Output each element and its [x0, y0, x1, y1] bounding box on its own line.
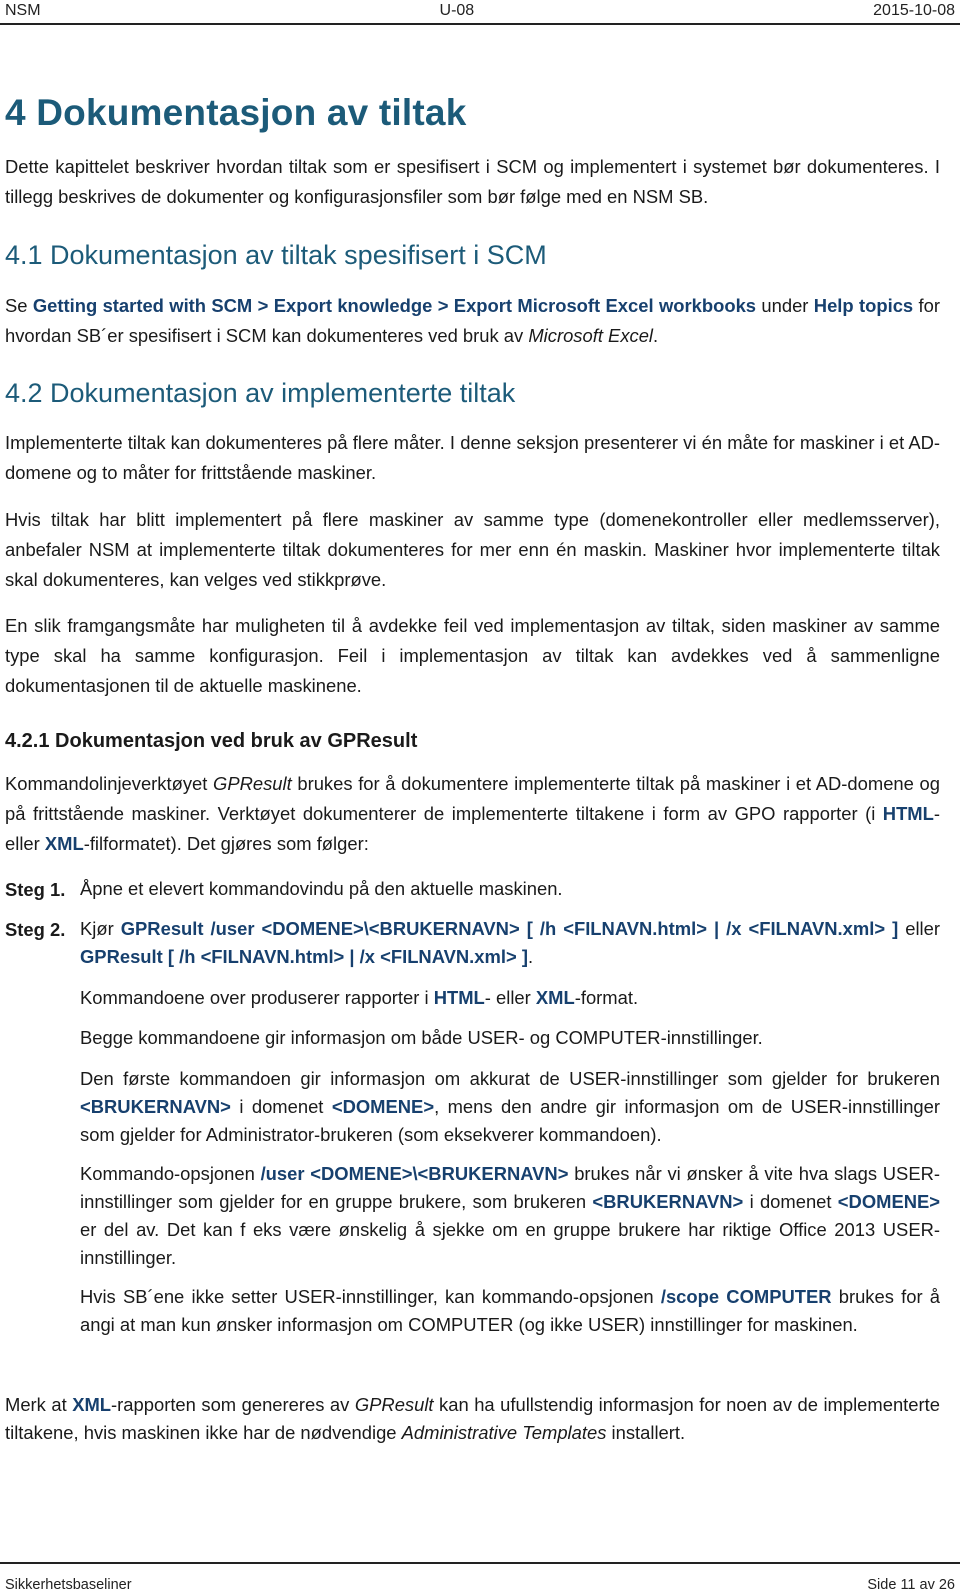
command-2: GPResult [ /h <FILNAVN.html> | /x <FILNA… [80, 946, 528, 967]
note-user-option: Kommando-opsjonen /user <DOMENE>\<BRUKER… [80, 1160, 940, 1272]
text: er del av. Det kan f eks være ønskelig å… [80, 1219, 940, 1268]
domain-placeholder: <DOMENE> [331, 1096, 435, 1117]
section-4-2-title: 4.2 Dokumentasjon av implementerte tilta… [5, 378, 516, 408]
section-4-1-paragraph: Se Getting started with SCM > Export kno… [5, 291, 940, 351]
header-divider [0, 23, 960, 25]
text: eller [898, 918, 940, 939]
note-first-command: Den første kommandoen gir informasjon om… [80, 1065, 940, 1149]
header-date: 2015-10-08 [873, 2, 955, 19]
section-4-2-paragraph-2: Hvis tiltak har blitt implementert på fl… [5, 509, 940, 590]
step-1-label: Steg 1. [5, 879, 66, 900]
command-1: GPResult /user <DOMENE>\<BRUKERNAVN> [ /… [120, 918, 899, 939]
text: under [756, 295, 814, 316]
text: i domenet [743, 1191, 838, 1212]
gpresult-tool: GPResult [354, 1394, 434, 1415]
text: Merk at [5, 1394, 73, 1415]
section-4-2-paragraph-3: En slik framgangsmåte har muligheten til… [5, 615, 940, 696]
note-user-computer: Begge kommandoene gir informasjon om båd… [80, 1027, 763, 1048]
xml-format: XML [72, 1394, 112, 1415]
help-topics: Help topics [813, 295, 914, 316]
page-footer: Sikkerhetsbaseliner Side 11 av 26 [5, 1575, 955, 1595]
page-header: NSM U-08 2015-10-08 [5, 0, 955, 22]
help-path: Getting started with SCM > Export knowle… [32, 295, 757, 316]
section-4-1-title: 4.1 Dokumentasjon av tiltak spesifisert … [5, 240, 547, 270]
html-format: HTML [433, 987, 485, 1008]
step-2-text: Kjør GPResult /user <DOMENE>\<BRUKERNAVN… [80, 915, 940, 971]
closing-note: Merk at XML-rapporten som genereres av G… [5, 1391, 940, 1447]
footer-page-number: Side 11 av 26 [867, 1577, 955, 1593]
excel-name: Microsoft Excel [528, 325, 654, 346]
scope-option: /scope COMPUTER [660, 1286, 832, 1307]
username-placeholder: <BRUKERNAVN> [80, 1096, 231, 1117]
text: Kommandolinjeverktøyet [5, 773, 214, 794]
domain-placeholder: <DOMENE> [837, 1191, 940, 1212]
section-4-2-paragraph-1: Implementerte tiltak kan dokumenteres på… [5, 432, 940, 483]
text: . [653, 325, 659, 346]
xml-format: XML [535, 987, 575, 1008]
text: Den første kommandoen gir informasjon om… [80, 1068, 940, 1089]
note-scope-option: Hvis SB´ene ikke setter USER-innstilling… [80, 1283, 940, 1339]
text: Hvis SB´ene ikke setter USER-innstilling… [80, 1286, 661, 1307]
section-4-2-1-title: 4.2.1 Dokumentasjon ved bruk av GPResult [5, 730, 418, 752]
text: . [527, 946, 534, 967]
text: -format. [574, 987, 639, 1008]
text: -rapporten som genereres av [111, 1394, 355, 1415]
gpresult-intro: Kommandolinjeverktøyet GPResult brukes f… [5, 769, 940, 859]
xml-format: XML [44, 833, 84, 854]
footer-divider [0, 1562, 960, 1564]
chapter-intro: Dette kapittelet beskriver hvordan tilta… [5, 156, 940, 207]
header-org: NSM [5, 2, 41, 19]
user-option: /user <DOMENE>\<BRUKERNAVN> [260, 1163, 569, 1184]
text: installert. [606, 1422, 686, 1443]
text: -filformatet). Det gjøres som følger: [83, 833, 369, 854]
footer-doc-title: Sikkerhetsbaseliner [5, 1577, 132, 1593]
text: i domenet [230, 1096, 332, 1117]
html-format: HTML [882, 803, 934, 824]
text: Kommandoene over produserer rapporter i [80, 987, 434, 1008]
gpresult-tool: GPResult [213, 773, 292, 794]
text: Kjør [80, 918, 121, 939]
note-formats: Kommandoene over produserer rapporter i … [80, 984, 940, 1012]
step-1-text: Åpne et elevert kommandovindu på den akt… [80, 878, 563, 899]
admin-templates: Administrative Templates [401, 1422, 607, 1443]
text: - eller [484, 987, 536, 1008]
header-doc-id: U-08 [439, 2, 475, 19]
text: Se [5, 295, 33, 316]
step-2-label: Steg 2. [5, 919, 66, 940]
chapter-title: 4 Dokumentasjon av tiltak [5, 92, 467, 133]
text: Kommando-opsjonen [80, 1163, 261, 1184]
username-placeholder: <BRUKERNAVN> [592, 1191, 744, 1212]
